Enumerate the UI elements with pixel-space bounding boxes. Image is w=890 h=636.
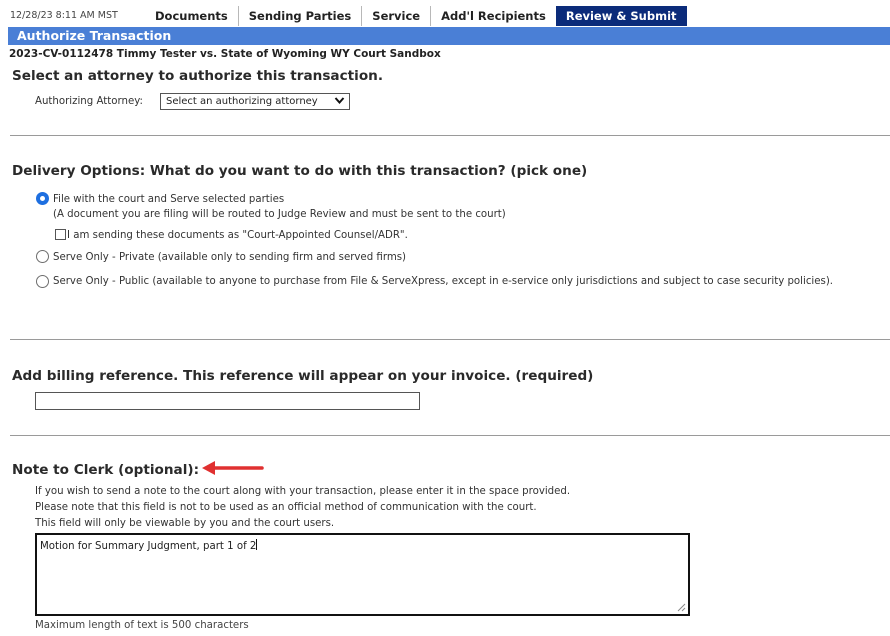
note-heading: Note to Clerk (optional): (12, 462, 200, 478)
delivery-option-serve-public-radio[interactable] (36, 275, 49, 288)
delivery-option-file-and-serve-radio[interactable] (36, 192, 49, 205)
tab-review-submit[interactable]: Review & Submit (555, 6, 687, 26)
annotation-arrow-icon (200, 458, 266, 482)
tab-documents[interactable]: Documents (145, 6, 238, 26)
tab-service[interactable]: Service (361, 6, 430, 26)
case-info: 2023-CV-0112478 Timmy Tester vs. State o… (9, 48, 441, 60)
note-help-line-3: This field will only be viewable by you … (35, 518, 335, 529)
delivery-heading: Delivery Options: What do you want to do… (12, 163, 588, 179)
billing-reference-input[interactable] (35, 392, 420, 410)
resize-grip-icon[interactable] (676, 602, 686, 612)
page-title: Authorize Transaction (8, 27, 890, 45)
billing-heading: Add billing reference. This reference wi… (12, 368, 594, 384)
authorizing-attorney-select[interactable]: Select an authorizing attorney (160, 93, 350, 110)
note-help-line-1: If you wish to send a note to the court … (35, 486, 571, 497)
attorney-heading: Select an attorney to authorize this tra… (12, 68, 384, 84)
tab-sending-parties[interactable]: Sending Parties (237, 6, 362, 26)
note-to-clerk-textarea[interactable]: Motion for Summary Judgment, part 1 of 2 (35, 533, 690, 616)
delivery-option-serve-private-radio[interactable] (36, 250, 49, 263)
divider (10, 339, 890, 340)
tab-bar: Documents Sending Parties Service Add'l … (145, 6, 687, 26)
timestamp: 12/28/23 8:11 AM MST (10, 10, 118, 21)
delivery-option-file-and-serve-note: (A document you are filing will be route… (53, 209, 506, 220)
court-appointed-counsel-label: I am sending these documents as "Court-A… (67, 230, 408, 241)
max-length-note: Maximum length of text is 500 characters (35, 620, 249, 631)
divider (10, 135, 890, 136)
authorizing-attorney-label: Authorizing Attorney: (35, 96, 143, 107)
court-appointed-counsel-checkbox[interactable] (55, 229, 66, 240)
tab-addl-recipients[interactable]: Add'l Recipients (430, 6, 556, 26)
authorizing-attorney-select-value: Select an authorizing attorney (166, 96, 318, 107)
note-to-clerk-text: Motion for Summary Judgment, part 1 of 2 (40, 541, 257, 552)
delivery-option-serve-private-label: Serve Only - Private (available only to … (53, 252, 407, 263)
chevron-down-icon (334, 95, 345, 110)
delivery-option-serve-public-label: Serve Only - Public (available to anyone… (53, 276, 834, 287)
divider (10, 435, 890, 436)
delivery-option-file-and-serve-label: File with the court and Serve selected p… (53, 194, 285, 205)
text-cursor (256, 539, 258, 550)
note-help-line-2: Please note that this field is not to be… (35, 502, 537, 513)
